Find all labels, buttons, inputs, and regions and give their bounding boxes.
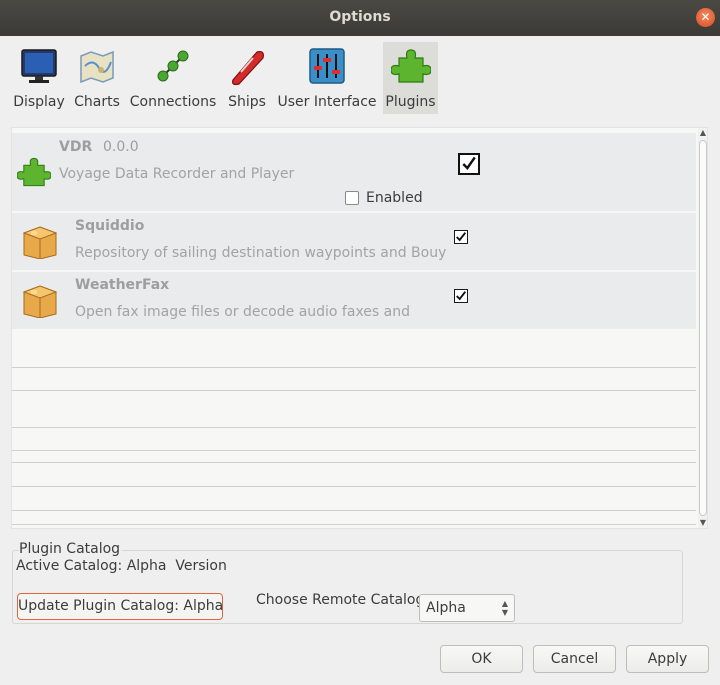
plugin-name: Squiddio [75, 218, 145, 234]
plugin-name: WeatherFax [75, 277, 170, 293]
connections-icon [157, 50, 189, 82]
plugin-checkbox-squiddio[interactable] [454, 230, 468, 244]
enabled-checkbox[interactable] [345, 191, 359, 205]
list-divider [12, 462, 696, 463]
tab-charts-label: Charts [74, 94, 120, 110]
options-window: Options ✕ Display Charts Connections Shi… [0, 0, 720, 685]
list-divider [12, 367, 696, 368]
ok-button[interactable]: OK [440, 645, 523, 673]
charts-icon [80, 50, 114, 84]
plugin-version: 0.0.0 [103, 139, 139, 155]
check-icon [456, 232, 467, 242]
remote-catalog-value: Alpha [426, 600, 466, 616]
options-toolbar: Display Charts Connections Ships User In… [0, 36, 720, 116]
list-divider [12, 524, 696, 525]
plugin-checkbox-weatherfax[interactable] [454, 289, 468, 303]
tab-user-interface[interactable]: User Interface [276, 42, 378, 114]
remote-catalog-label: Choose Remote Catalog [256, 592, 425, 608]
active-catalog-text: Active Catalog: Alpha Version [16, 558, 227, 574]
plugins-icon [390, 49, 431, 83]
title-bar[interactable]: Options ✕ [0, 0, 720, 36]
tab-ships[interactable]: Ships [224, 42, 270, 114]
check-icon [456, 291, 467, 301]
scrollbar-thumb[interactable] [699, 140, 707, 516]
close-button[interactable]: ✕ [696, 8, 715, 27]
plugin-description: Open fax image files or decode audio fax… [75, 304, 410, 320]
close-icon: ✕ [700, 10, 711, 24]
list-divider [12, 510, 696, 511]
enabled-label: Enabled [366, 190, 423, 206]
cancel-button[interactable]: Cancel [533, 645, 616, 673]
plugin-description: Voyage Data Recorder and Player [59, 166, 295, 182]
tab-display[interactable]: Display [12, 42, 66, 114]
tab-ships-label: Ships [228, 94, 266, 110]
update-catalog-button[interactable]: Update Plugin Catalog: Alpha [17, 593, 223, 620]
list-divider [12, 427, 696, 428]
tab-connections-label: Connections [129, 94, 217, 110]
plugin-row-squiddio[interactable]: Squiddio Repository of sailing destinati… [12, 213, 696, 270]
tab-display-label: Display [13, 94, 65, 110]
plugin-checkbox-vdr[interactable] [458, 153, 480, 175]
tab-user-interface-label: User Interface [277, 94, 377, 110]
plugin-catalog-legend: Plugin Catalog [19, 541, 123, 557]
plugin-row-weatherfax[interactable]: WeatherFax Open fax image files or decod… [12, 272, 696, 329]
tab-connections[interactable]: Connections [128, 42, 218, 114]
tab-charts[interactable]: Charts [72, 42, 122, 114]
remote-catalog-select[interactable]: Alpha ▲ ▼ [419, 594, 515, 622]
scroll-down-icon[interactable]: ▼ [698, 518, 707, 528]
plugin-description: Repository of sailing destination waypoi… [75, 245, 447, 261]
ships-icon [232, 51, 264, 86]
package-icon [22, 285, 58, 318]
list-divider [12, 486, 696, 487]
list-divider [12, 390, 696, 391]
vertical-scrollbar[interactable]: ▲ ▼ [698, 128, 707, 528]
spin-arrows-icon: ▲ ▼ [501, 599, 508, 617]
window-title: Options [329, 9, 391, 25]
scroll-up-icon[interactable]: ▲ [698, 128, 707, 138]
display-icon [21, 49, 57, 83]
tab-plugins[interactable]: Plugins [383, 42, 438, 114]
plugin-list-panel[interactable]: VDR 0.0.0 Voyage Data Recorder and Playe… [11, 127, 708, 529]
apply-button[interactable]: Apply [626, 645, 709, 673]
package-icon [22, 226, 58, 259]
tab-plugins-label: Plugins [385, 94, 436, 110]
plugin-row-vdr[interactable]: VDR 0.0.0 Voyage Data Recorder and Playe… [12, 133, 696, 211]
puzzle-icon [17, 157, 51, 187]
check-icon [462, 156, 476, 170]
plugin-name: VDR [59, 139, 93, 155]
list-divider [12, 450, 696, 451]
user-interface-icon [309, 48, 345, 84]
